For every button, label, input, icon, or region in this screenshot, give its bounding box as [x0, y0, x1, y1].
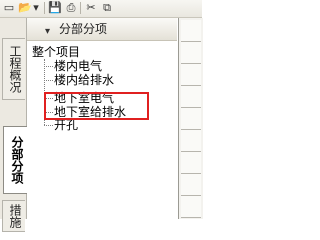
left-tab-strip: 工程概况 分部分项 措施 [0, 18, 27, 232]
right-grid [178, 18, 203, 219]
tree-connector [44, 80, 53, 81]
grid-cell[interactable] [181, 86, 201, 108]
open-icon[interactable]: 📂 [18, 1, 32, 15]
grid-cell[interactable] [181, 152, 201, 174]
grid-cell[interactable] [181, 108, 201, 130]
highlight-box [44, 92, 149, 120]
grid-cell[interactable] [181, 196, 201, 218]
grid-cell[interactable] [181, 130, 201, 152]
dropdown-icon[interactable]: ▾ [32, 1, 40, 15]
grid-cell[interactable] [181, 64, 201, 86]
tree-item-indoor-plumbing[interactable]: 楼内给排水 [54, 73, 114, 87]
save-icon[interactable]: 💾 [48, 1, 62, 15]
toolbar-separator [80, 2, 81, 14]
tree-view: 整个项目 楼内电气 楼内给排水 地下室电气 地下室给排水 开孔 [28, 41, 178, 219]
tree-connector [44, 125, 53, 126]
tab-project-overview[interactable]: 工程概况 [2, 38, 25, 100]
tree-item-openings[interactable]: 开孔 [54, 118, 78, 132]
chevron-down-icon[interactable]: ▾ [45, 21, 50, 43]
toolbar-separator [44, 2, 45, 14]
panel-title: 分部分项 [59, 22, 108, 36]
cut-icon[interactable]: ✂ [84, 1, 98, 15]
print-icon[interactable]: ⎙ [64, 1, 78, 15]
grid-cell[interactable] [181, 42, 201, 64]
tab-sub-items[interactable]: 分部分项 [3, 126, 27, 194]
tree-connector [44, 66, 53, 67]
tree-root[interactable]: 整个项目 [32, 45, 80, 59]
panel-header: ▾ 分部分项 [27, 18, 177, 41]
new-doc-icon[interactable]: ▭ [2, 1, 16, 15]
toolbar: ▭ 📂 ▾ 💾 ⎙ ✂ ⧉ [0, 0, 202, 18]
tree-item-indoor-electrical[interactable]: 楼内电气 [54, 59, 102, 73]
copy-icon[interactable]: ⧉ [100, 1, 114, 15]
tab-measures[interactable]: 措施 [2, 200, 25, 232]
grid-cell[interactable] [181, 20, 201, 42]
grid-cell[interactable] [181, 174, 201, 196]
